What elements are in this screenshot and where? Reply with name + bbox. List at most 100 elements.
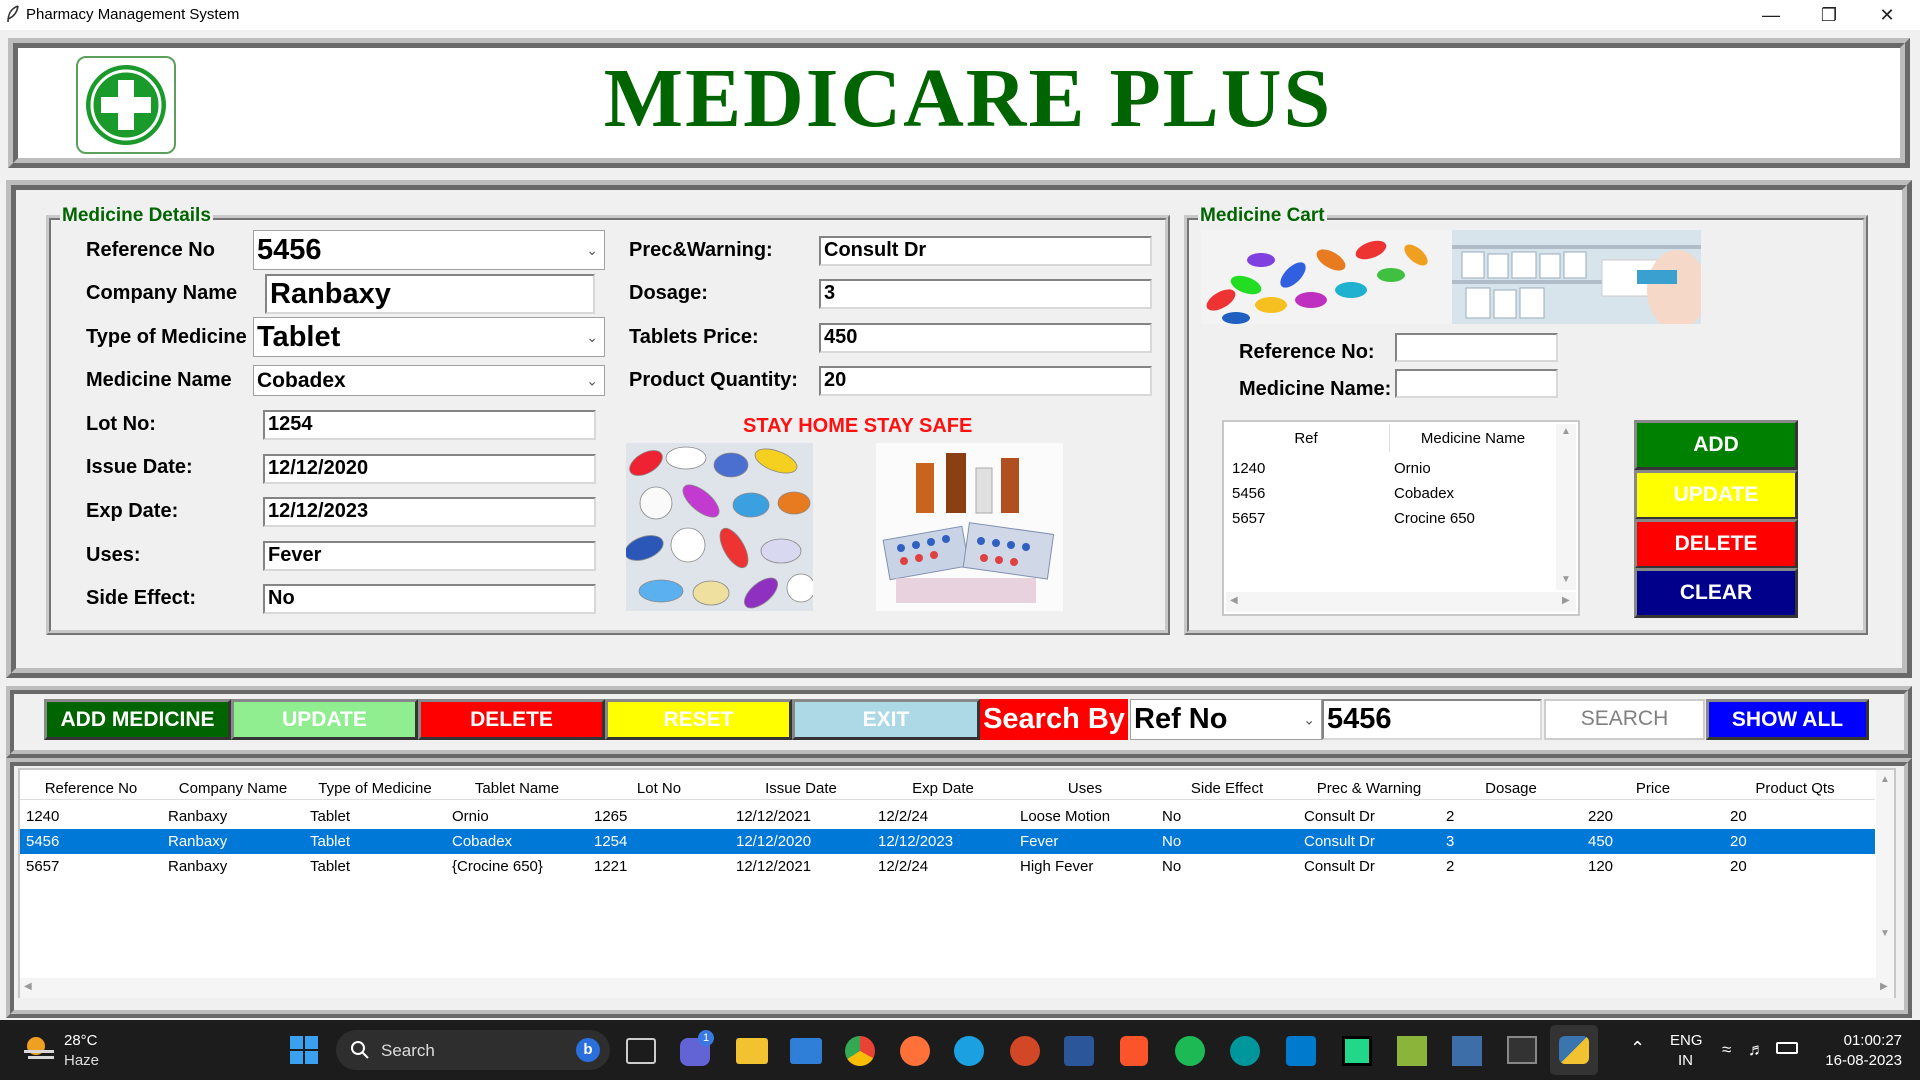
arduino-icon[interactable] [1230,1036,1260,1066]
cart-clear-button[interactable]: CLEAR [1634,568,1798,618]
terminal-icon[interactable] [1507,1036,1537,1064]
clock-time[interactable]: 01:00:27 [1826,1032,1902,1049]
wifi-icon[interactable]: ≈ [1722,1040,1731,1060]
battery-icon[interactable] [1776,1042,1798,1054]
dosage-field[interactable]: 3 [819,279,1152,309]
word-icon[interactable] [1064,1036,1094,1066]
scroll-right-icon[interactable]: ▶ [1562,595,1570,606]
clock-date[interactable]: 16-08-2023 [1812,1052,1902,1069]
language-bottom[interactable]: IN [1678,1052,1693,1069]
prec-warning-field[interactable]: Consult Dr [819,236,1152,266]
side-effect-field[interactable]: No [263,584,596,614]
delete-button[interactable]: DELETE [418,699,605,740]
col-reference-no[interactable]: Reference No [20,780,162,797]
cart-row-name[interactable]: Ornio [1394,460,1431,477]
chevron-down-icon[interactable]: ⌄ [1303,700,1315,739]
tablets-price-field[interactable]: 450 [819,323,1152,353]
scroll-down-icon[interactable]: ▼ [1561,574,1571,585]
table-horizontal-scrollbar[interactable]: ◀ ▶ [20,978,1888,998]
horizontal-scrollbar[interactable]: ◀ ▶ [1226,592,1576,612]
python-app-active[interactable] [1550,1025,1598,1075]
volume-icon[interactable]: ♬ [1748,1040,1765,1060]
chevron-down-icon[interactable]: ⌄ [586,318,598,356]
exit-button[interactable]: EXIT [792,699,980,740]
table-row[interactable]: 5657 Ranbaxy Tablet {Crocine 650} 1221 12/12/… [20,854,1875,879]
vscode-icon[interactable] [1286,1036,1316,1066]
lot-no-field[interactable]: 1254 [263,410,596,440]
reset-button[interactable]: RESET [605,699,792,740]
cart-col-medicine-name[interactable]: Medicine Name [1392,430,1554,447]
cart-row-name[interactable]: Crocine 650 [1394,510,1475,527]
taskbar-search-box[interactable]: Search b [336,1030,610,1070]
medicine-table[interactable]: Reference No Company Name Type of Medici… [18,768,1896,998]
cart-row-ref[interactable]: 1240 [1232,460,1265,477]
cart-delete-button[interactable]: DELETE [1634,519,1798,569]
scroll-up-icon[interactable]: ▲ [1561,426,1571,437]
table-row[interactable]: 1240 Ranbaxy Tablet Ornio 1265 12/12/2021 12/2… [20,804,1875,829]
file-explorer-icon[interactable] [736,1038,768,1064]
weather-desc[interactable]: Haze [64,1052,99,1069]
col-price[interactable]: Price [1582,780,1724,797]
col-tablet-name[interactable]: Tablet Name [446,780,588,797]
app-icon[interactable] [1397,1036,1427,1066]
type-of-medicine-combobox[interactable]: Tablet ⌄ [253,317,605,357]
close-button[interactable]: ✕ [1858,0,1916,30]
exp-date-field[interactable]: 12/12/2023 [263,497,596,527]
spotify-icon[interactable] [1175,1036,1205,1066]
col-lot-no[interactable]: Lot No [588,780,730,797]
powerpoint-icon[interactable] [1010,1036,1040,1066]
edge-icon[interactable] [954,1036,984,1066]
col-exp-date[interactable]: Exp Date [872,780,1014,797]
product-quantity-field[interactable]: 20 [819,366,1152,396]
reference-no-combobox[interactable]: 5456 ⌄ [253,230,605,270]
bing-icon[interactable]: b [576,1038,600,1062]
chevron-down-icon[interactable]: ⌄ [586,366,598,395]
cart-medicine-name-field[interactable] [1395,369,1558,398]
weather-haze-icon[interactable] [22,1034,56,1064]
col-dosage[interactable]: Dosage [1440,780,1582,797]
restore-button[interactable]: ❐ [1800,0,1858,30]
search-button[interactable]: SEARCH [1544,699,1705,740]
col-type-of-medicine[interactable]: Type of Medicine [304,780,446,797]
chevron-up-icon[interactable]: ⌃ [1630,1038,1645,1059]
col-uses[interactable]: Uses [1014,780,1156,797]
table-vertical-scrollbar[interactable]: ▲ ▼ [1876,770,1894,998]
brave-icon[interactable] [1120,1036,1148,1066]
uses-field[interactable]: Fever [263,541,596,571]
scroll-left-icon[interactable]: ◀ [24,981,32,992]
minimize-button[interactable]: — [1742,0,1800,30]
scroll-right-icon[interactable]: ▶ [1880,981,1888,992]
company-name-field[interactable]: Ranbaxy [265,274,595,314]
show-all-button[interactable]: SHOW ALL [1706,699,1869,740]
mail-icon[interactable] [790,1038,822,1064]
scroll-down-icon[interactable]: ▼ [1880,928,1890,939]
cart-row-name[interactable]: Cobadex [1394,485,1454,502]
search-field[interactable]: 5456 [1322,699,1542,740]
language-top[interactable]: ENG [1670,1032,1703,1049]
firefox-icon[interactable] [900,1036,930,1066]
scroll-left-icon[interactable]: ◀ [1230,595,1238,606]
cart-col-ref[interactable]: Ref [1230,430,1382,447]
cart-update-button[interactable]: UPDATE [1634,470,1798,520]
col-prec-warning[interactable]: Prec & Warning [1298,780,1440,797]
issue-date-field[interactable]: 12/12/2020 [263,454,596,484]
search-by-combobox[interactable]: Ref No ⌄ [1130,699,1322,740]
scroll-up-icon[interactable]: ▲ [1880,774,1890,785]
col-company-name[interactable]: Company Name [162,780,304,797]
col-issue-date[interactable]: Issue Date [730,780,872,797]
col-side-effect[interactable]: Side Effect [1156,780,1298,797]
table-row[interactable]: 5456 Ranbaxy Tablet Cobadex 1254 12/12/2020 12… [20,829,1875,854]
windows-start-icon[interactable] [289,1035,319,1065]
add-medicine-button[interactable]: ADD MEDICINE [44,699,231,740]
cart-treeview[interactable]: Ref Medicine Name 1240 Ornio 5456 Cobade… [1222,420,1580,616]
medicine-name-combobox[interactable]: Cobadex ⌄ [253,365,605,396]
vertical-scrollbar[interactable]: ▲ ▼ [1556,424,1576,590]
chrome-icon[interactable] [845,1036,875,1066]
cart-row-ref[interactable]: 5456 [1232,485,1265,502]
col-product-qts[interactable]: Product Qts [1724,780,1866,797]
weather-temp[interactable]: 28°C [64,1032,98,1049]
cart-reference-no-field[interactable] [1395,333,1558,362]
task-view-icon[interactable] [626,1038,656,1064]
mysql-workbench-icon[interactable] [1452,1036,1482,1066]
pycharm-icon[interactable] [1342,1036,1372,1066]
